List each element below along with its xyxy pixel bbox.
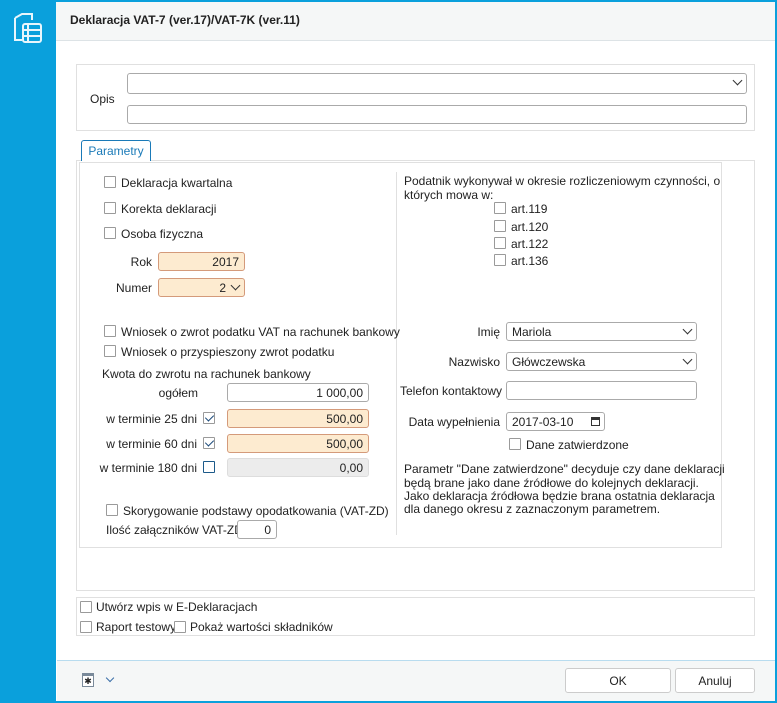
osoba-fizyczna-checkbox[interactable] [104,227,116,239]
data-label: Data wypełnienia [408,415,500,429]
kwota-label: Kwota do zwrotu na rachunek bankowy [102,367,311,381]
wniosek-przyspieszony-checkbox[interactable] [104,345,116,357]
opis-select[interactable] [127,73,747,94]
numer-value: 2 [219,281,226,295]
podatnik-text-2: których mowa w: [404,188,494,202]
note-line: Parametr "Dane zatwierdzone" decyduje cz… [404,462,725,476]
chevron-down-icon [732,75,743,86]
ilosc-input[interactable]: 0 [237,520,277,539]
osoba-fizyczna-label: Osoba fizyczna [121,227,204,241]
termin-60-checkbox[interactable] [203,437,215,449]
termin-60-input[interactable]: 500,00 [227,434,369,453]
note-line: Jako deklaracja źródłowa będzie brana os… [404,489,715,503]
chevron-down-icon [230,280,241,291]
calendar-icon[interactable] [591,417,600,426]
art120-checkbox[interactable] [494,220,506,232]
art122-checkbox[interactable] [494,237,506,249]
wniosek-zwrot-label: Wniosek o zwrot podatku VAT na rachunek … [121,325,400,339]
tab-parametry[interactable]: Parametry [81,140,151,161]
wniosek-zwrot-checkbox[interactable] [104,325,116,337]
termin-180-input: 0,00 [227,458,369,477]
art136-checkbox[interactable] [494,254,506,266]
podatnik-text: Podatnik wykonywał w okresie rozliczenio… [404,174,721,188]
ogolem-label: ogółem [158,386,198,400]
chevron-down-icon [682,324,693,335]
skorygowanie-label: Skorygowanie podstawy opodatkowania (VAT… [123,504,389,518]
imie-label: Imię [477,325,500,339]
pokaz-wartosci-label: Pokaż wartości składników [190,620,333,634]
pokaz-wartosci-checkbox[interactable] [174,621,186,633]
art122-label: art.122 [511,237,549,251]
termin-25-checkbox[interactable] [203,412,215,424]
divider [396,172,397,535]
raport-testowy-label: Raport testowy [96,620,177,634]
nazwisko-label: Nazwisko [448,355,500,369]
kwartalna-checkbox[interactable] [104,176,116,188]
data-input[interactable]: 2017-03-10 [506,412,605,431]
korekta-label: Korekta deklaracji [121,202,217,216]
skorygowanie-checkbox[interactable] [106,504,118,516]
chevron-down-icon [682,354,693,365]
opis-input[interactable] [127,105,747,124]
note-line: dla danego okresu z zaznaczonym parametr… [404,502,661,516]
dane-zatwierdzone-checkbox[interactable] [509,438,521,450]
kwartalna-label: Deklaracja kwartalna [121,176,233,190]
nazwisko-value: Główczewska [512,355,586,369]
rok-label: Rok [130,255,152,269]
settings-icon[interactable]: ✱ [82,673,94,687]
rok-input[interactable]: 2017 [158,252,245,271]
art119-label: art.119 [511,202,548,216]
wniosek-przyspieszony-label: Wniosek o przyspieszony zwrot podatku [121,345,335,359]
numer-select[interactable]: 2 [158,278,245,297]
termin-180-label: w terminie 180 dni [99,461,197,475]
note-line: będą brane jako dane źródłowe do kolejny… [404,476,699,490]
telefon-label: Telefon kontaktowy [400,384,503,398]
imie-value: Mariola [512,325,552,339]
ok-button[interactable]: OK [565,668,671,693]
art136-label: art.136 [511,254,549,268]
opis-label: Opis [90,92,115,106]
art119-checkbox[interactable] [494,202,506,214]
art120-label: art.120 [511,220,549,234]
termin-60-label: w terminie 60 dni [106,437,197,451]
ilosc-label: Ilość załączników VAT-ZD [106,523,243,537]
numer-label: Numer [115,281,152,295]
nazwisko-select[interactable]: Główczewska [506,352,697,371]
termin-180-checkbox[interactable] [203,461,215,473]
raport-testowy-checkbox[interactable] [80,621,92,633]
data-value: 2017-03-10 [512,415,574,429]
termin-25-input[interactable]: 500,00 [227,409,369,428]
utworz-wpis-checkbox[interactable] [80,601,92,613]
document-table-icon [14,13,42,43]
dane-zatwierdzone-label: Dane zatwierdzone [526,438,629,452]
korekta-checkbox[interactable] [104,202,116,214]
utworz-wpis-label: Utwórz wpis w E-Deklaracjach [96,600,258,614]
dialog-title: Deklaracja VAT-7 (ver.17)/VAT-7K (ver.11… [70,13,300,27]
termin-25-label: w terminie 25 dni [106,412,197,426]
ogolem-input[interactable]: 1 000,00 [227,383,369,402]
imie-select[interactable]: Mariola [506,322,697,341]
cancel-button[interactable]: Anuluj [675,668,755,693]
telefon-input[interactable] [506,381,697,400]
